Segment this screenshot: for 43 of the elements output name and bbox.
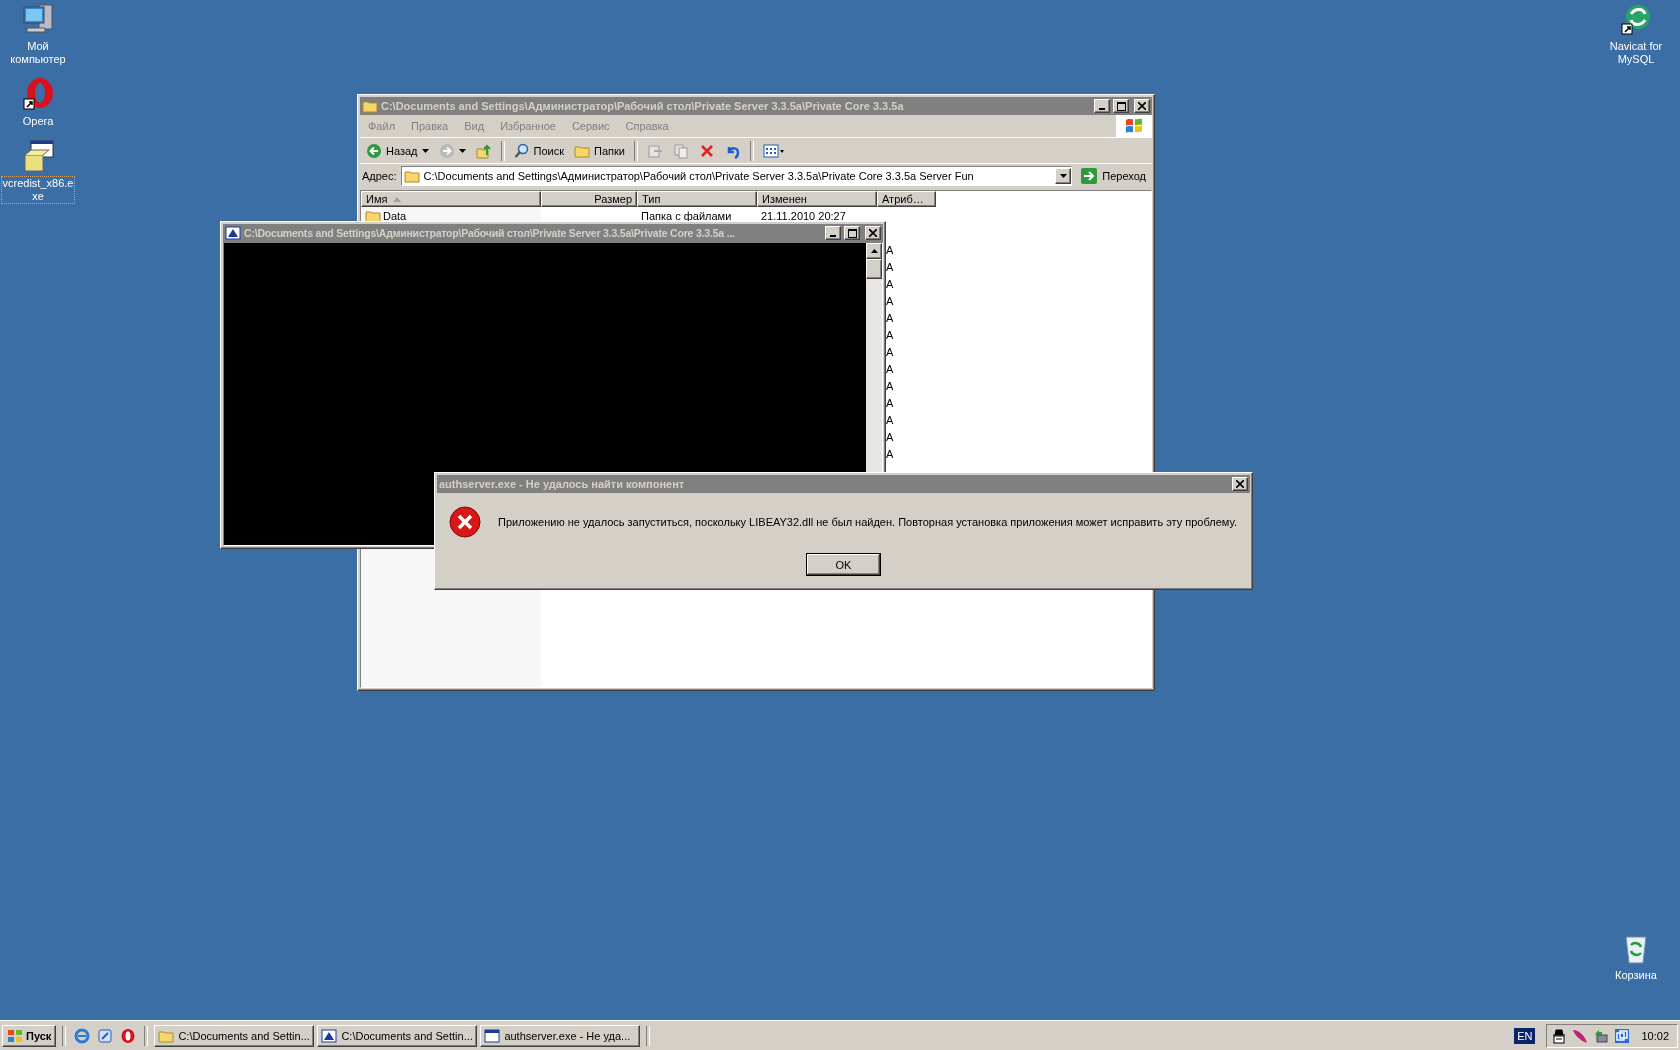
desktop-icon-label[interactable]: Opera [1, 114, 75, 129]
start-button[interactable]: Пуск [2, 1024, 57, 1047]
file-type: Папка с файлами [641, 209, 732, 222]
file-attributes: A [886, 294, 894, 307]
file-attributes: A [886, 379, 894, 392]
file-attributes: A [886, 447, 894, 460]
modified-date: 21.11.2010 20:27 [761, 209, 846, 222]
language-indicator[interactable]: EN [1514, 1027, 1536, 1044]
file-attributes: A [886, 277, 894, 290]
file-name: Data [383, 209, 407, 222]
file-attributes: A [886, 396, 894, 409]
file-attributes: A [886, 243, 894, 256]
file-attributes: A [886, 413, 894, 426]
dialog-title: authserver.exe - Не удалось найти компонент [439, 478, 686, 490]
taskbar-button[interactable]: authserver.exe - Не уда... [480, 1024, 641, 1047]
desktop-icon-label[interactable]: Корзина [1599, 968, 1673, 983]
file-attributes: A [886, 260, 894, 273]
ok-button[interactable]: OK [806, 553, 881, 576]
taskbar-button[interactable]: C:\Documents and Settin... [317, 1024, 478, 1047]
clock: 10:02 [1641, 1029, 1669, 1042]
file-attributes: A [886, 311, 894, 324]
search-button[interactable]: Поиск [509, 139, 568, 162]
column-header[interactable]: Атриб… [877, 191, 936, 207]
window-title: C:\Documents and Settings\Администратор\Рабочий стол\Private Server 3.3.5a\Private Core 3.3.5a ... [244, 227, 736, 239]
window-title: C:\Documents and Settings\Администратор\Рабочий стол\Private Server 3.3.5a\Private Core 3.3.5a [381, 100, 905, 112]
column-header[interactable]: Размер [541, 191, 637, 207]
file-attributes: A [886, 328, 894, 341]
column-header[interactable]: Изменен [757, 191, 877, 207]
folders-button[interactable]: Папки [570, 139, 629, 162]
desktop-icon-label[interactable]: vcredist_x86.exe [1, 176, 75, 204]
address-field[interactable]: C:\Documents and Settings\Администратор\Рабочий стол\Private Server 3.3.5a\Private Core 3.3.5a Server Fun [400, 166, 1073, 186]
error-message: Приложению не удалось запуститься, поскольку LIBEAY32.dll не был найден. Повторная установка приложения может исправить эту проблему. [498, 516, 1237, 528]
desktop-icon-label[interactable]: Navicat for MySQL [1599, 39, 1673, 67]
desktop-icon-label[interactable]: Мой компьютер [1, 39, 75, 67]
file-attributes: A [886, 362, 894, 375]
taskbar-button[interactable]: C:\Documents and Settin... [154, 1024, 315, 1047]
back-button[interactable]: Назад [362, 139, 433, 162]
address-label: Адрес: [362, 170, 397, 182]
file-attributes: A [886, 430, 894, 443]
go-button[interactable]: Переход [1076, 167, 1150, 185]
file-attributes: A [886, 345, 894, 358]
column-header[interactable]: Тип [637, 191, 757, 207]
column-header[interactable]: Имя [361, 191, 541, 207]
